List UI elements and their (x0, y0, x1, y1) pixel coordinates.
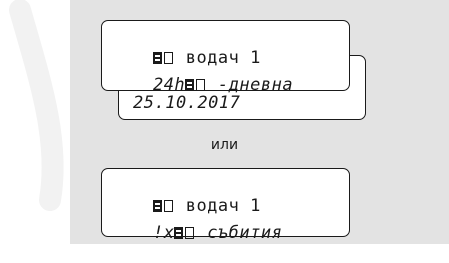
events-suffix: събития (207, 223, 283, 243)
driver-card-icon (174, 227, 184, 239)
events-line: !x събития (110, 203, 282, 263)
separator-text: или (210, 137, 239, 153)
events-prefix: !x (152, 223, 175, 243)
period-line: 24h -дневна (110, 55, 293, 115)
card-slot-icon (196, 79, 206, 91)
driver-card-icon (185, 79, 195, 91)
period-suffix: -дневна (217, 75, 294, 95)
period-prefix: 24h (152, 75, 186, 95)
driver-events-display: водач 1 !x събития (101, 168, 350, 243)
card-slot-icon (185, 227, 195, 239)
driver-activity-display: водач 1 24h -дневна (101, 20, 350, 95)
